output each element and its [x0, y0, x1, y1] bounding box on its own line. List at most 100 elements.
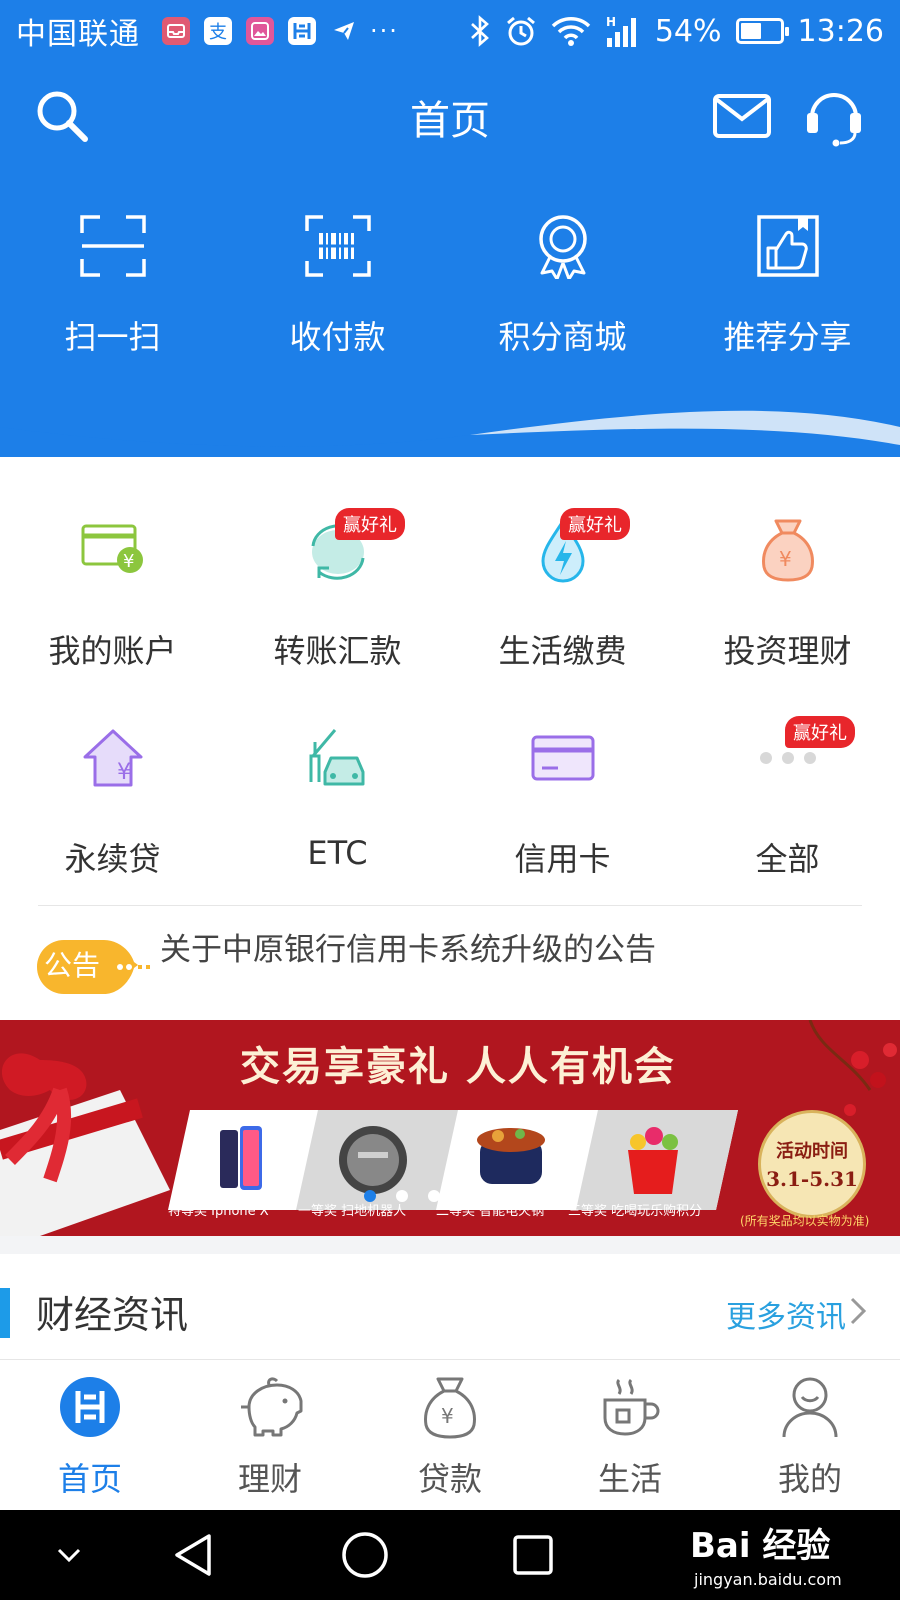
section-accent-bar: [0, 1288, 10, 1338]
service-grid: ¥ 我的账户 赢好礼 转账汇款 赢好礼 生活缴费 ¥ 投资理财 ¥ 永续贷 ET…: [0, 500, 900, 916]
tab-label: 理财: [237, 1460, 302, 1498]
service-perpetual-loan[interactable]: ¥ 永续贷: [0, 708, 225, 916]
piggy-bank-icon: [241, 1377, 303, 1437]
prize-caption: 三等奖 吃喝玩乐购积分: [568, 1204, 703, 1219]
more-notifications: ···: [370, 17, 399, 45]
scan-icon: [79, 215, 146, 277]
carousel-dots[interactable]: [364, 1190, 536, 1202]
barcode-icon: [304, 215, 371, 277]
carousel-dot[interactable]: [364, 1190, 376, 1202]
svg-text:H: H: [606, 15, 616, 29]
promo-banner[interactable]: 交易享豪礼 人人有机会 特等奖 Iphone X 一等奖 扫地机器人 二等奖 智…: [0, 1020, 900, 1236]
notice-text: 关于中原银行信用卡系统升级的公告: [160, 932, 656, 968]
hide-nav-button[interactable]: [44, 1530, 94, 1580]
notice-bar[interactable]: 公告 关于中原银行信用卡系统升级的公告: [0, 906, 900, 1020]
home-circle-icon: [342, 1532, 388, 1578]
battery-fill: [740, 23, 762, 39]
tab-life[interactable]: 生活: [540, 1360, 720, 1510]
service-etc[interactable]: ETC: [225, 708, 450, 916]
service-label: 我的账户: [48, 632, 177, 670]
service-my-account[interactable]: ¥ 我的账户: [0, 500, 225, 708]
tab-home[interactable]: 首页: [0, 1360, 180, 1510]
announcement-tag-label: 公告: [44, 949, 101, 982]
service-investment[interactable]: ¥ 投资理财: [675, 500, 900, 708]
tab-loans[interactable]: ¥ 贷款: [360, 1360, 540, 1510]
service-label: 投资理财: [723, 632, 852, 670]
tab-label: 贷款: [417, 1460, 482, 1498]
more-dots-icon: [759, 752, 816, 764]
gift-box-decoration: [0, 1053, 170, 1236]
promo-badge: 赢好礼: [785, 716, 855, 748]
carrier-name: 中国联通: [16, 17, 140, 52]
battery-percent: 54%: [654, 13, 722, 49]
signal-icon: H: [606, 15, 636, 47]
account-card-icon: ¥: [81, 524, 143, 573]
service-label: 转账汇款: [273, 632, 402, 670]
alarm-icon: [506, 16, 535, 46]
quick-action-label: 扫一扫: [64, 318, 161, 356]
mail-icon: [713, 94, 771, 138]
promo-badge: 赢好礼: [560, 508, 630, 540]
service-transfer[interactable]: 赢好礼 转账汇款: [225, 500, 450, 708]
service-credit-card[interactable]: 信用卡: [450, 708, 675, 916]
bottom-tab-bar: 首页 理财 ¥ 贷款 生活 我的: [0, 1359, 900, 1510]
carousel-dot[interactable]: [492, 1190, 504, 1202]
campaign-date-badge: 活动时间 3.1-5.31: [758, 1110, 866, 1218]
tab-label: 生活: [597, 1460, 662, 1498]
coffee-cup-icon: [603, 1378, 660, 1436]
etc-car-icon: [309, 729, 364, 786]
service-row: ¥ 我的账户 赢好礼 转账汇款 赢好礼 生活缴费 ¥ 投资理财: [0, 500, 900, 708]
carousel-dot[interactable]: [524, 1190, 536, 1202]
recents-button[interactable]: [508, 1530, 558, 1580]
promo-badge: 赢好礼: [335, 508, 405, 540]
back-triangle-icon: [175, 1534, 211, 1576]
header-wave: [0, 405, 900, 447]
home-logo-icon: [60, 1377, 120, 1437]
notification-icons: 支: [162, 17, 358, 45]
status-bar: 中国联通 支 ··· H 54% 13:26: [0, 0, 900, 62]
tab-wealth[interactable]: 理财: [180, 1360, 360, 1510]
banner-title: 交易享豪礼 人人有机会: [240, 1043, 676, 1090]
carousel-dot[interactable]: [460, 1190, 472, 1202]
home-button[interactable]: [340, 1530, 390, 1580]
gallery-app-icon: [246, 17, 274, 45]
prize-caption: 特等奖 Iphone X: [168, 1204, 269, 1219]
tab-label: 我的: [777, 1460, 842, 1498]
service-row: ¥ 永续贷 ETC 信用卡 赢好礼 全部: [0, 708, 900, 916]
quick-action-points-mall[interactable]: 积分商城: [450, 210, 675, 358]
svg-text:支: 支: [209, 22, 227, 43]
wifi-icon: [551, 17, 591, 46]
alipay-icon: 支: [204, 17, 232, 45]
quick-action-pay[interactable]: 收付款: [225, 210, 450, 358]
service-label: ETC: [307, 834, 368, 872]
back-button[interactable]: [168, 1530, 218, 1580]
more-news-link[interactable]: 更多资讯: [726, 1292, 846, 1336]
baidu-jingyan-watermark: Bai 经验 jingyan.baidu.com: [690, 1510, 900, 1600]
quick-actions: 扫一扫 收付款 积分商城 推荐分享: [0, 210, 900, 358]
carousel-dot[interactable]: [396, 1190, 408, 1202]
quick-action-label: 收付款: [289, 318, 386, 356]
service-utility-payment[interactable]: 赢好礼 生活缴费: [450, 500, 675, 708]
quick-action-share[interactable]: 推荐分享: [675, 210, 900, 358]
section-title: 财经资讯: [36, 1293, 189, 1337]
credit-card-icon: [531, 735, 594, 781]
banner-footnote: (所有奖品均以实物为准): [740, 1214, 870, 1228]
tab-mine[interactable]: 我的: [720, 1360, 900, 1510]
carousel-dot[interactable]: [428, 1190, 440, 1202]
chevron-right-icon[interactable]: [846, 1296, 870, 1326]
watermark-url: jingyan.baidu.com: [694, 1570, 842, 1589]
mail-app-icon: [162, 17, 190, 45]
service-all[interactable]: 赢好礼 全部: [675, 708, 900, 916]
message-button[interactable]: [710, 84, 774, 148]
service-label: 信用卡: [514, 840, 611, 878]
campaign-date-label: 活动时间: [776, 1141, 848, 1162]
bank-app-icon: [288, 17, 316, 45]
battery-icon: [735, 18, 789, 44]
svg-text:¥: ¥: [779, 547, 792, 571]
prize-caption: 二等奖 智能电火锅: [436, 1204, 545, 1219]
customer-service-button[interactable]: [802, 84, 866, 148]
quick-action-scan[interactable]: 扫一扫: [0, 210, 225, 358]
quick-action-label: 推荐分享: [723, 318, 852, 356]
prize-caption: 一等奖 扫地机器人: [298, 1204, 407, 1219]
service-label: 永续贷: [64, 840, 161, 878]
